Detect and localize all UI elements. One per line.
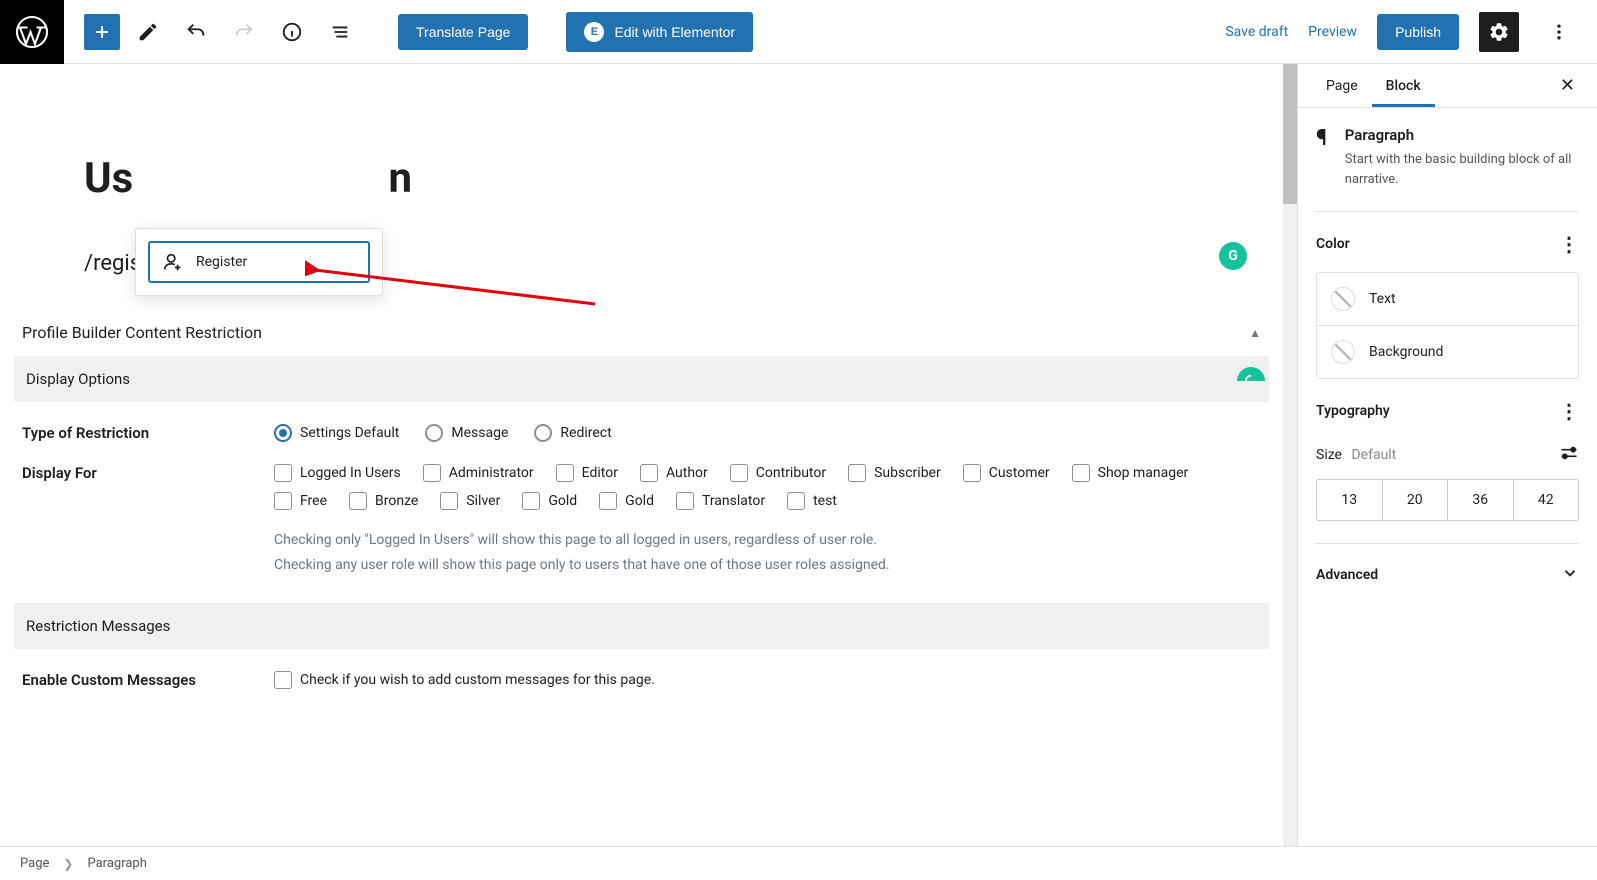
radio-restriction-0[interactable]: Settings Default <box>274 424 399 442</box>
section-restriction-messages: Restriction Messages <box>14 603 1269 649</box>
elementor-icon: E <box>584 22 604 42</box>
settings-button[interactable] <box>1479 12 1519 52</box>
paragraph-icon: ¶ <box>1316 126 1327 151</box>
checkbox-role-4[interactable]: Contributor <box>730 464 826 482</box>
custom-messages-help: Check if you wish to add custom messages… <box>300 672 655 688</box>
translate-page-button[interactable]: Translate Page <box>398 14 528 50</box>
more-options-button[interactable] <box>1539 12 1579 52</box>
color-swatch <box>1331 340 1355 364</box>
checkbox-role-8[interactable]: Free <box>274 492 327 510</box>
edit-elementor-button[interactable]: E Edit with Elementor <box>566 12 753 52</box>
checkbox-role-0[interactable]: Logged In Users <box>274 464 401 482</box>
checkbox-role-6[interactable]: Customer <box>963 464 1050 482</box>
checkbox-role-10[interactable]: Silver <box>440 492 500 510</box>
checkbox-custom-messages[interactable] <box>274 671 292 689</box>
breadcrumb-paragraph[interactable]: Paragraph <box>87 856 146 871</box>
undo-button[interactable] <box>176 12 216 52</box>
add-block-button[interactable] <box>84 14 120 50</box>
help-text-1: Checking only "Logged In Users" will sho… <box>274 528 1257 553</box>
chevron-down-icon <box>1561 564 1579 586</box>
metabox-title[interactable]: Profile Builder Content Restriction ▲ <box>14 309 1269 356</box>
user-add-icon <box>162 251 184 273</box>
help-text-2: Checking any user role will show this pa… <box>274 553 1257 578</box>
scrollbar[interactable] <box>1283 64 1297 846</box>
label-display-for: Display For <box>14 464 274 482</box>
scrollbar-thumb[interactable] <box>1283 64 1297 204</box>
color-more-button[interactable]: ⋮ <box>1559 232 1579 256</box>
redo-button[interactable] <box>224 12 264 52</box>
size-button-42[interactable]: 42 <box>1513 480 1579 520</box>
checkbox-role-14[interactable]: test <box>787 492 837 510</box>
info-button[interactable] <box>272 12 312 52</box>
size-default-label: Default <box>1351 447 1396 463</box>
checkbox-role-9[interactable]: Bronze <box>349 492 418 510</box>
preview-button[interactable]: Preview <box>1308 24 1357 40</box>
checkbox-role-2[interactable]: Editor <box>556 464 618 482</box>
tab-page[interactable]: Page <box>1312 64 1372 107</box>
chevron-up-icon: ▲ <box>1249 326 1261 340</box>
top-toolbar: Translate Page E Edit with Elementor Sav… <box>0 0 1597 64</box>
block-type-name: Paragraph <box>1345 126 1579 144</box>
checkbox-role-12[interactable]: Gold <box>599 492 654 510</box>
breadcrumb-separator: ❯ <box>63 857 73 871</box>
checkbox-role-1[interactable]: Administrator <box>423 464 534 482</box>
section-color-title: Color <box>1316 236 1350 252</box>
suggestion-register[interactable]: Register <box>148 241 370 283</box>
content-restriction-metabox: Profile Builder Content Restriction ▲ Di… <box>14 309 1269 712</box>
settings-sidebar: Page Block ✕ ¶ Paragraph Start with the … <box>1297 64 1597 846</box>
block-type-desc: Start with the basic building block of a… <box>1345 150 1579 189</box>
color-row-text[interactable]: Text <box>1317 273 1578 325</box>
checkbox-role-7[interactable]: Shop manager <box>1072 464 1189 482</box>
color-swatch <box>1331 287 1355 311</box>
label-enable-custom-messages: Enable Custom Messages <box>14 671 274 689</box>
typography-more-button[interactable]: ⋮ <box>1559 399 1579 423</box>
outline-button[interactable] <box>320 12 360 52</box>
breadcrumb: Page ❯ Paragraph <box>0 846 1597 880</box>
color-row-background[interactable]: Background <box>1317 325 1578 378</box>
editor-canvas[interactable]: User Registration Register G <box>0 64 1283 846</box>
page-title[interactable]: User Registration <box>84 154 1283 203</box>
radio-restriction-2[interactable]: Redirect <box>534 424 611 442</box>
sliders-icon[interactable] <box>1559 445 1579 465</box>
breadcrumb-page[interactable]: Page <box>20 856 49 871</box>
label-type-restriction: Type of Restriction <box>14 424 274 442</box>
checkbox-role-5[interactable]: Subscriber <box>848 464 941 482</box>
save-draft-button[interactable]: Save draft <box>1225 24 1288 40</box>
wordpress-logo[interactable] <box>0 0 64 64</box>
size-button-13[interactable]: 13 <box>1317 480 1382 520</box>
close-sidebar-button[interactable]: ✕ <box>1552 67 1583 104</box>
edit-tool-button[interactable] <box>128 12 168 52</box>
size-button-36[interactable]: 36 <box>1447 480 1513 520</box>
publish-button[interactable]: Publish <box>1377 14 1459 50</box>
section-typography-title: Typography <box>1316 403 1390 419</box>
checkbox-role-13[interactable]: Translator <box>676 492 765 510</box>
block-suggestion-popover: Register <box>135 228 383 296</box>
section-advanced-toggle[interactable]: Advanced <box>1316 543 1579 602</box>
radio-restriction-1[interactable]: Message <box>425 424 508 442</box>
checkbox-role-11[interactable]: Gold <box>522 492 577 510</box>
checkbox-role-3[interactable]: Author <box>640 464 708 482</box>
size-button-20[interactable]: 20 <box>1382 480 1448 520</box>
tab-block[interactable]: Block <box>1372 64 1435 107</box>
size-label: Size <box>1316 447 1342 463</box>
section-display-options: Display Options <box>14 356 1269 402</box>
